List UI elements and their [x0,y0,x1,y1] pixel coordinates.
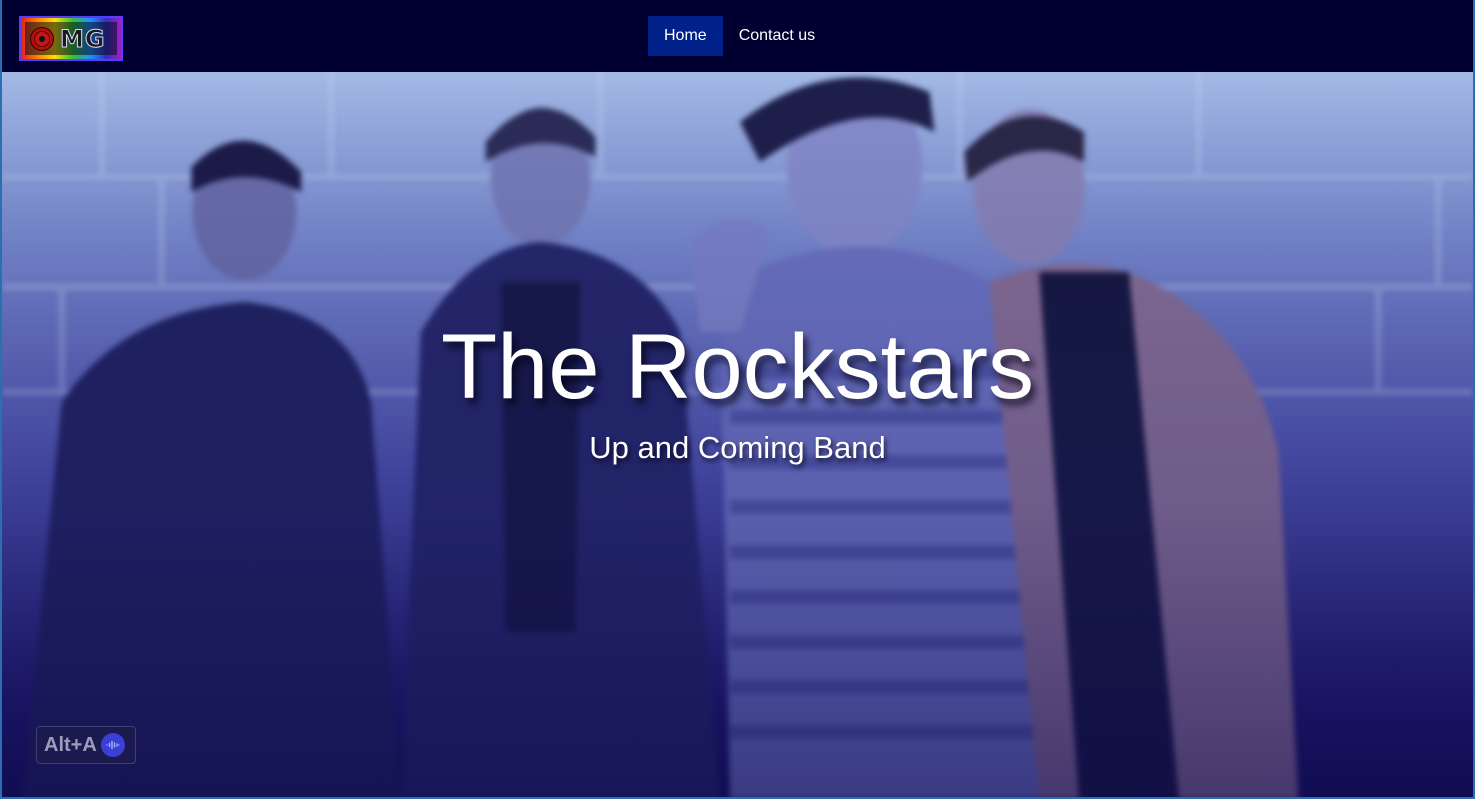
nav-link-home[interactable]: Home [648,16,723,56]
page: MG Home Contact us The Rockstars Up and … [0,0,1475,799]
logo-inner: MG [25,22,117,55]
audio-wave-icon [100,733,125,757]
hero-section: The Rockstars Up and Coming Band [2,72,1473,797]
hero-subtitle: Up and Coming Band [589,430,886,465]
accessibility-widget-button[interactable]: Alt+A [36,726,136,764]
hero-title: The Rockstars [440,316,1035,418]
logo-text: MG [60,24,106,53]
vinyl-record-icon [30,26,54,51]
accessibility-widget-label: Alt+A [44,733,97,756]
navbar: MG Home Contact us [2,0,1473,72]
nav-link-contact-us[interactable]: Contact us [723,16,831,56]
site-logo[interactable]: MG [19,16,123,61]
nav-links: Home Contact us [648,16,831,56]
